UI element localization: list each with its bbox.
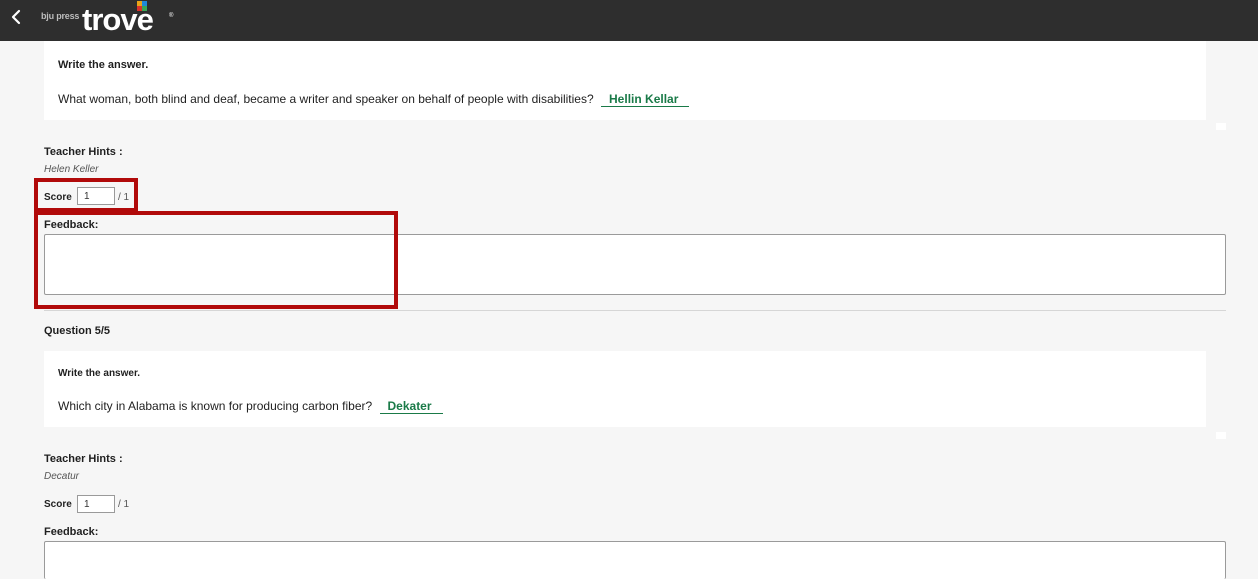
chevron-left-icon[interactable] bbox=[6, 6, 28, 28]
question-card: Write the answer. What woman, both blind… bbox=[44, 41, 1206, 120]
score-max: / 1 bbox=[118, 499, 130, 510]
score-max: / 1 bbox=[118, 192, 130, 203]
question-instruction: Write the answer. bbox=[58, 368, 141, 379]
card-corner bbox=[1216, 432, 1226, 439]
logo-registered-mark: ® bbox=[169, 13, 174, 19]
logo-publisher: bju press bbox=[41, 11, 80, 21]
logo-dot-green bbox=[142, 6, 147, 11]
feedback-field[interactable] bbox=[44, 541, 1226, 579]
teacher-hints-label: Teacher Hints : bbox=[44, 146, 123, 158]
question-text: Which city in Alabama is known for produ… bbox=[58, 399, 443, 414]
score-input[interactable] bbox=[77, 495, 115, 513]
feedback-label: Feedback: bbox=[44, 219, 99, 231]
score-label: Score bbox=[44, 192, 72, 203]
question-card: Write the answer. Which city in Alabama … bbox=[44, 351, 1206, 427]
teacher-hint: Decatur bbox=[44, 471, 80, 482]
score-input[interactable] bbox=[77, 187, 115, 205]
score-label: Score bbox=[44, 499, 72, 510]
question-prompt: What woman, both blind and deaf, became … bbox=[58, 92, 594, 106]
teacher-hints-label: Teacher Hints : bbox=[44, 453, 123, 465]
question-text: What woman, both blind and deaf, became … bbox=[58, 92, 690, 107]
teacher-hint: Helen Keller bbox=[44, 164, 99, 175]
question-instruction: Write the answer. bbox=[58, 59, 149, 71]
question-prompt: Which city in Alabama is known for produ… bbox=[58, 399, 373, 413]
feedback-label: Feedback: bbox=[44, 526, 99, 538]
card-corner bbox=[1216, 123, 1226, 130]
question-number: Question 5/5 bbox=[44, 325, 111, 337]
feedback-field[interactable] bbox=[44, 234, 1226, 295]
student-answer: Dekater bbox=[379, 399, 443, 414]
divider bbox=[44, 310, 1226, 311]
student-answer: Hellin Kellar bbox=[601, 92, 690, 107]
top-bar: bju press trove ® bbox=[0, 0, 1258, 41]
